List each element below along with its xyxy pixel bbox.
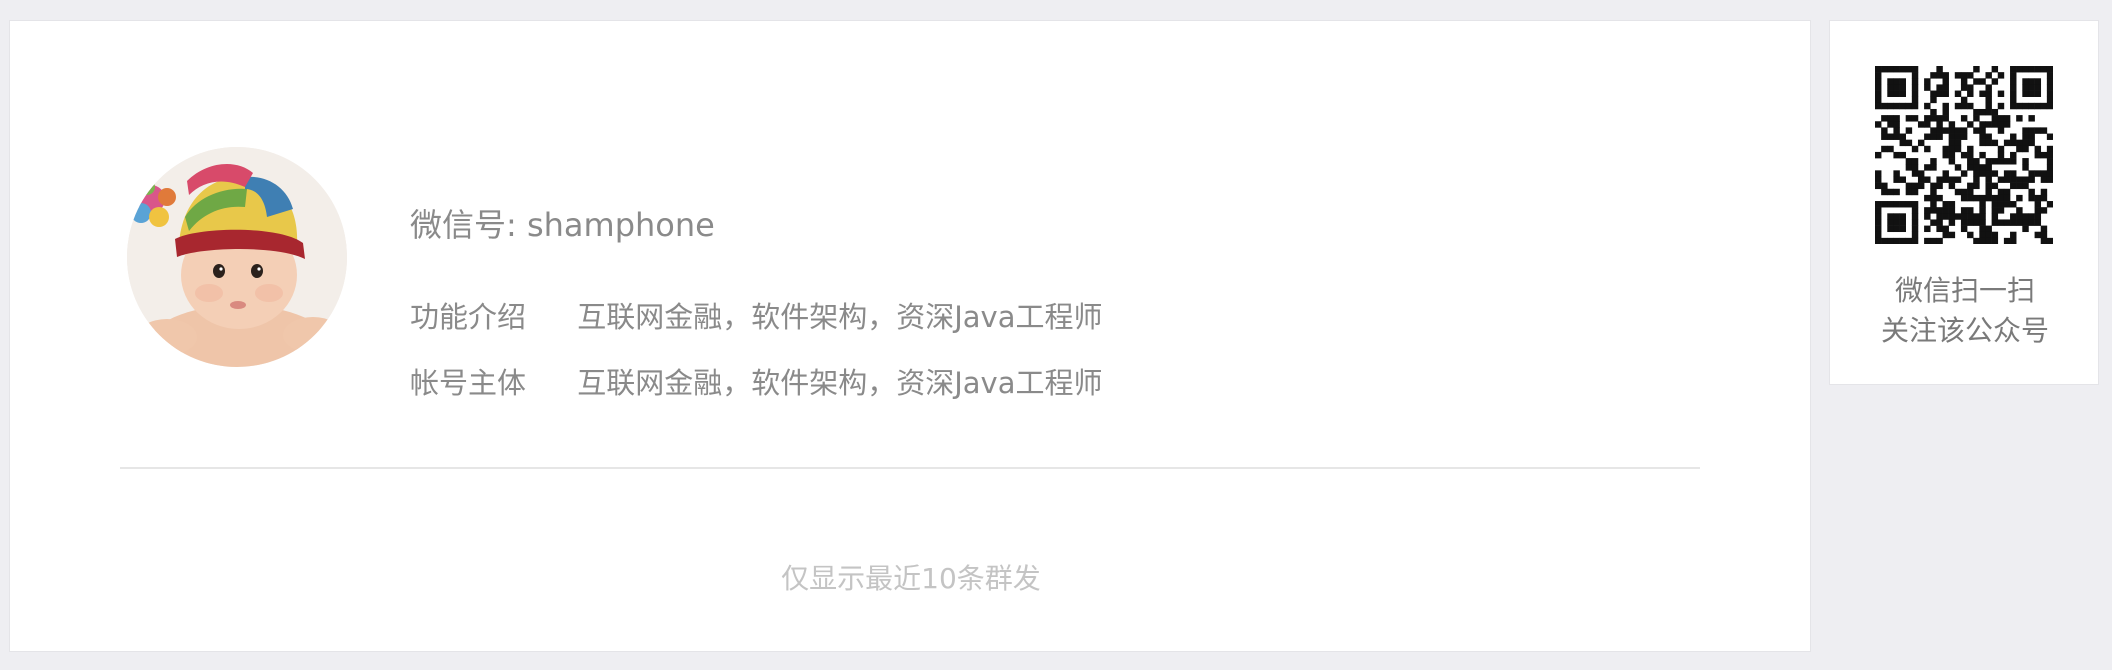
intro-value: 互联网金融，软件架构，资深Java工程师 — [577, 300, 1103, 334]
qr-card: 微信扫一扫 关注该公众号 — [1829, 20, 2099, 385]
account-avatar — [127, 147, 347, 367]
intro-label: 功能介绍 — [410, 300, 527, 334]
intro-row: 功能介绍 互联网金融，软件架构，资深Java工程师 — [410, 297, 1102, 337]
recent-posts-notice: 仅显示最近10条群发 — [781, 562, 1041, 595]
qr-caption-follow: 关注该公众号 — [1880, 314, 2049, 347]
subject-row: 帐号主体 互联网金融，软件架构，资深Java工程师 — [410, 363, 1102, 403]
subject-label: 帐号主体 — [410, 366, 527, 400]
wechat-id: 微信号: shamphone — [410, 206, 715, 244]
qr-code-icon — [1875, 66, 2053, 244]
baby-photo-icon — [127, 147, 347, 367]
subject-value: 互联网金融，软件架构，资深Java工程师 — [577, 366, 1103, 400]
divider — [120, 467, 1700, 469]
qr-caption-scan: 微信扫一扫 — [1894, 274, 2035, 307]
account-profile-card: 微信号: shamphone 功能介绍 互联网金融，软件架构，资深Java工程师… — [9, 20, 1811, 652]
